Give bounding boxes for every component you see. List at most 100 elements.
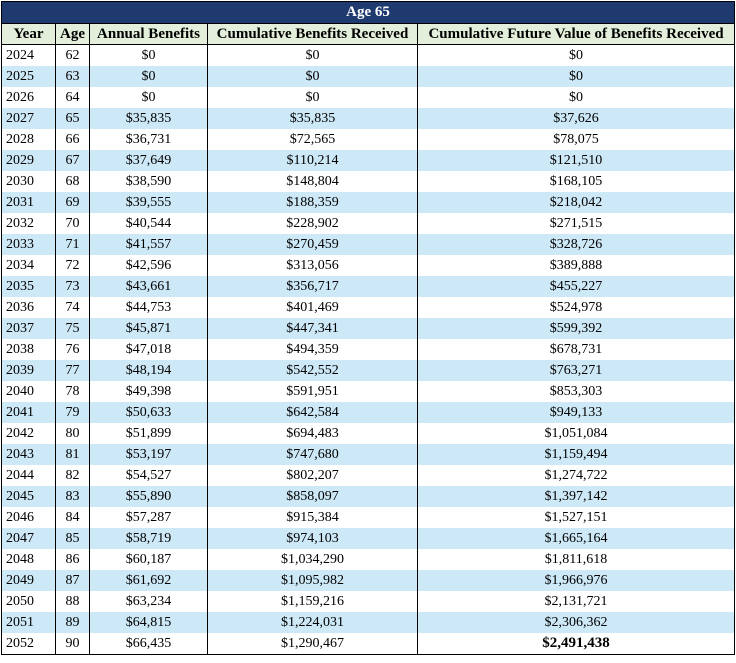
- annual-benefits-cell: $42,596: [89, 255, 208, 276]
- table-row: 2046 84 $57,287 $915,384 $1,527,151: [1, 507, 736, 528]
- cumulative-benefits-cell: $110,214: [207, 150, 418, 171]
- year-cell: 2032: [1, 213, 56, 234]
- cumulative-benefits-cell: $228,902: [207, 213, 418, 234]
- cumulative-benefits-cell: $858,097: [207, 486, 418, 507]
- age-cell: 63: [55, 66, 90, 87]
- cumulative-benefits-cell: $694,483: [207, 423, 418, 444]
- annual-benefits-cell: $50,633: [89, 402, 208, 423]
- cumulative-benefits-cell: $974,103: [207, 528, 418, 549]
- table-row: 2035 73 $43,661 $356,717 $455,227: [1, 276, 736, 297]
- year-cell: 2042: [1, 423, 56, 444]
- table-row: 2027 65 $35,835 $35,835 $37,626: [1, 108, 736, 129]
- year-cell: 2029: [1, 150, 56, 171]
- year-cell: 2028: [1, 129, 56, 150]
- year-cell: 2048: [1, 549, 56, 570]
- cumulative-future-value-cell: $2,131,721: [416, 591, 736, 612]
- cumulative-future-value-cell: $121,510: [416, 150, 736, 171]
- year-cell: 2040: [1, 381, 56, 402]
- cumulative-benefits-cell: $642,584: [207, 402, 418, 423]
- year-cell: 2025: [1, 66, 56, 87]
- age-cell: 82: [55, 465, 90, 486]
- year-cell: 2041: [1, 402, 56, 423]
- year-cell: 2030: [1, 171, 56, 192]
- cumulative-future-value-cell: $1,051,084: [416, 423, 736, 444]
- table-row: 2050 88 $63,234 $1,159,216 $2,131,721: [1, 591, 736, 612]
- age-cell: 86: [55, 549, 90, 570]
- annual-benefits-cell: $57,287: [89, 507, 208, 528]
- age-cell: 66: [55, 129, 90, 150]
- annual-benefits-cell: $54,527: [89, 465, 208, 486]
- table-row: 2029 67 $37,649 $110,214 $121,510: [1, 150, 736, 171]
- table-row: 2034 72 $42,596 $313,056 $389,888: [1, 255, 736, 276]
- annual-benefits-cell: $0: [89, 87, 208, 108]
- annual-benefits-cell: $51,899: [89, 423, 208, 444]
- annual-benefits-cell: $60,187: [89, 549, 208, 570]
- cumulative-benefits-cell: $1,034,290: [207, 549, 418, 570]
- cumulative-future-value-cell: $949,133: [416, 402, 736, 423]
- cumulative-future-value-cell: $1,274,722: [416, 465, 736, 486]
- cumulative-future-value-cell: $2,491,438: [416, 633, 736, 655]
- cumulative-benefits-cell: $591,951: [207, 381, 418, 402]
- age-cell: 70: [55, 213, 90, 234]
- table-row: 2047 85 $58,719 $974,103 $1,665,164: [1, 528, 736, 549]
- table-row: 2040 78 $49,398 $591,951 $853,303: [1, 381, 736, 402]
- cumulative-future-value-cell: $1,665,164: [416, 528, 736, 549]
- annual-benefits-cell: $43,661: [89, 276, 208, 297]
- cumulative-benefits-cell: $1,095,982: [207, 570, 418, 591]
- age-cell: 84: [55, 507, 90, 528]
- age-cell: 88: [55, 591, 90, 612]
- cumulative-benefits-cell: $148,804: [207, 171, 418, 192]
- annual-benefits-cell: $49,398: [89, 381, 208, 402]
- annual-benefits-cell: $44,753: [89, 297, 208, 318]
- cumulative-future-value-cell: $0: [416, 87, 736, 108]
- age-cell: 79: [55, 402, 90, 423]
- year-cell: 2046: [1, 507, 56, 528]
- table-row: 2030 68 $38,590 $148,804 $168,105: [1, 171, 736, 192]
- table-body: 2024 62 $0 $0 $0 2025 63 $0 $0 $0 2026 64 $0 $0 $0 2027…: [1, 44, 736, 655]
- cumulative-benefits-cell: $188,359: [207, 192, 418, 213]
- year-cell: 2027: [1, 108, 56, 129]
- age-cell: 77: [55, 360, 90, 381]
- age-cell: 62: [55, 44, 90, 66]
- annual-benefits-cell: $0: [89, 44, 208, 66]
- year-cell: 2035: [1, 276, 56, 297]
- cumulative-future-value-cell: $1,966,976: [416, 570, 736, 591]
- table-row: 2031 69 $39,555 $188,359 $218,042: [1, 192, 736, 213]
- cumulative-future-value-cell: $0: [416, 44, 736, 66]
- cumulative-future-value-cell: $168,105: [416, 171, 736, 192]
- header-age: Age: [55, 23, 90, 45]
- cumulative-future-value-cell: $678,731: [416, 339, 736, 360]
- annual-benefits-cell: $55,890: [89, 486, 208, 507]
- table-row: 2048 86 $60,187 $1,034,290 $1,811,618: [1, 549, 736, 570]
- age-cell: 80: [55, 423, 90, 444]
- year-cell: 2034: [1, 255, 56, 276]
- age-cell: 72: [55, 255, 90, 276]
- year-cell: 2038: [1, 339, 56, 360]
- age-cell: 73: [55, 276, 90, 297]
- table-title-row: Age 65: [0, 1, 736, 24]
- table-header-row: Year Age Annual Benefits Cumulative Bene…: [1, 23, 736, 45]
- annual-benefits-cell: $66,435: [89, 633, 208, 655]
- cumulative-benefits-cell: $802,207: [207, 465, 418, 486]
- cumulative-benefits-cell: $0: [207, 44, 418, 66]
- cumulative-future-value-cell: $853,303: [416, 381, 736, 402]
- year-cell: 2039: [1, 360, 56, 381]
- annual-benefits-cell: $47,018: [89, 339, 208, 360]
- cumulative-benefits-cell: $542,552: [207, 360, 418, 381]
- table-row: 2051 89 $64,815 $1,224,031 $2,306,362: [1, 612, 736, 633]
- cumulative-benefits-cell: $1,290,467: [207, 633, 418, 655]
- year-cell: 2044: [1, 465, 56, 486]
- cumulative-future-value-cell: $1,811,618: [416, 549, 736, 570]
- cumulative-benefits-cell: $447,341: [207, 318, 418, 339]
- age-cell: 74: [55, 297, 90, 318]
- age-cell: 90: [55, 633, 90, 655]
- year-cell: 2052: [1, 633, 56, 655]
- cumulative-benefits-cell: $356,717: [207, 276, 418, 297]
- age-cell: 64: [55, 87, 90, 108]
- age-cell: 71: [55, 234, 90, 255]
- cumulative-future-value-cell: $389,888: [416, 255, 736, 276]
- table-row: 2024 62 $0 $0 $0: [1, 44, 736, 66]
- age-cell: 65: [55, 108, 90, 129]
- cumulative-future-value-cell: $328,726: [416, 234, 736, 255]
- cumulative-benefits-cell: $72,565: [207, 129, 418, 150]
